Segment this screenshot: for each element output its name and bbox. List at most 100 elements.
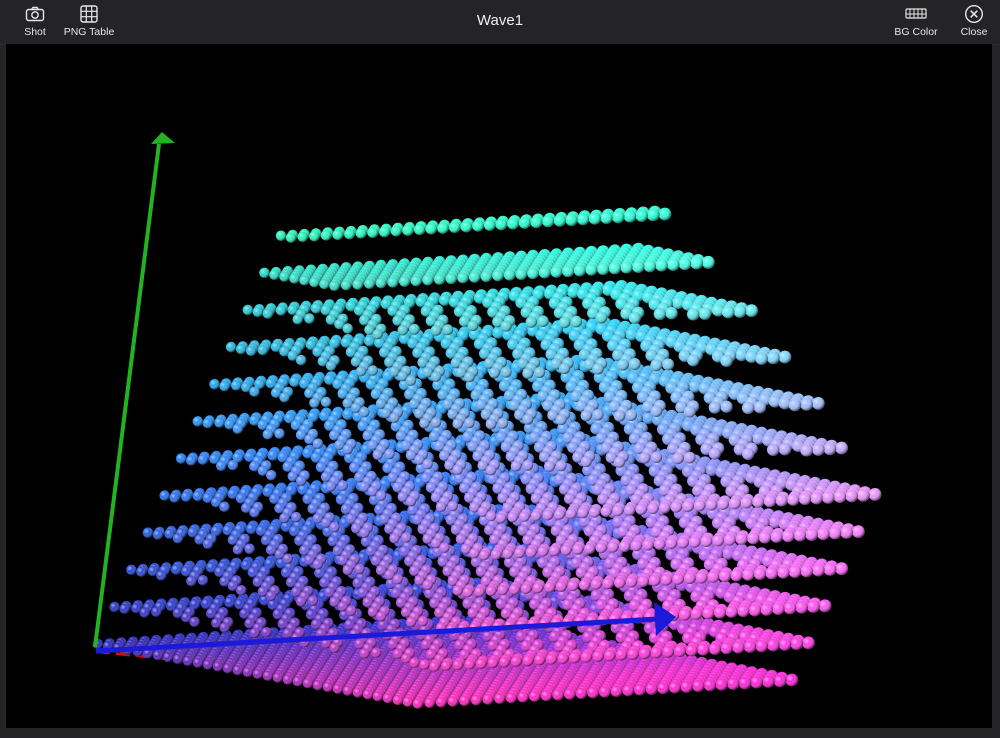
data-point-shading	[269, 269, 280, 280]
data-point-shading	[275, 230, 287, 241]
close-label: Close	[960, 26, 988, 38]
data-point-shading	[623, 209, 637, 223]
data-point-shading	[530, 216, 543, 229]
data-point-shading	[495, 218, 508, 231]
data-point-shading	[289, 273, 300, 284]
data-point-shading	[457, 272, 469, 284]
data-point-shading	[414, 223, 426, 235]
data-point-shading	[219, 380, 230, 392]
data-point-shading	[472, 220, 484, 232]
data-point-shading	[422, 274, 434, 286]
data-point-shading	[778, 350, 792, 364]
data-point-shading	[678, 257, 692, 271]
data-point-shading	[169, 492, 180, 503]
data-point-shading	[445, 272, 457, 285]
3d-scatter-viewport[interactable]	[6, 44, 992, 728]
data-point-shading	[320, 230, 332, 241]
data-point-shading	[156, 570, 167, 581]
data-point-shading	[232, 423, 243, 434]
data-point-shading	[332, 229, 344, 241]
data-point-shading	[690, 256, 703, 270]
data-point-shading	[292, 314, 303, 325]
data-point-shading	[355, 227, 367, 239]
data-point-shading	[139, 607, 150, 618]
data-point-shading	[267, 449, 279, 461]
toolbar: Shot PNG Table Wave1 BG Color Close	[0, 0, 1000, 45]
data-point-shading	[515, 268, 528, 280]
data-point-shading	[585, 263, 598, 276]
data-point-shading	[275, 305, 287, 316]
data-point-shading	[438, 294, 451, 306]
data-point-shading	[492, 269, 504, 282]
data-point-shading	[225, 341, 237, 353]
data-point-shading	[387, 276, 399, 288]
data-point-shading	[595, 311, 608, 324]
data-point-shading	[151, 606, 162, 617]
data-point-shading	[136, 566, 147, 577]
data-point-shading	[390, 225, 402, 237]
data-point-shading	[245, 523, 257, 535]
data-point-shading	[666, 258, 680, 271]
data-point-shading	[577, 213, 590, 226]
data-point-shading	[367, 226, 379, 238]
data-point-shading	[109, 601, 120, 613]
data-point-shading	[216, 460, 227, 471]
data-point-shading	[197, 575, 209, 586]
data-point-shading	[425, 223, 437, 235]
data-point-shading	[588, 212, 601, 225]
data-point-shading	[310, 302, 322, 314]
data-point-shading	[186, 455, 197, 466]
data-point-shading	[553, 214, 566, 227]
data-point-shading	[171, 564, 182, 575]
data-point-shading	[235, 343, 247, 355]
data-point-shading	[646, 208, 660, 222]
data-point-shading	[159, 490, 170, 501]
close-button[interactable]: Close	[956, 4, 992, 38]
data-point-shading	[202, 417, 213, 429]
data-point-shading	[176, 453, 187, 464]
data-point-shading	[480, 270, 492, 282]
data-point-shading	[632, 260, 645, 273]
data-point-shading	[231, 380, 242, 391]
data-point-shading	[658, 207, 672, 221]
data-point-shading	[655, 258, 668, 272]
data-point-shading	[611, 210, 625, 224]
data-point-shading	[608, 262, 621, 275]
data-point-shading	[142, 527, 154, 538]
data-point-shading	[507, 217, 519, 230]
data-point-shading	[309, 230, 320, 242]
data-point-shading	[448, 221, 461, 233]
data-point-shading	[402, 224, 414, 236]
data-point-shading	[257, 344, 268, 356]
data-point-shading	[562, 265, 575, 278]
data-point-shading	[299, 275, 310, 286]
data-point-shading	[252, 306, 263, 317]
data-point-shading	[460, 220, 473, 233]
3d-scatter-plot[interactable]	[6, 44, 992, 728]
data-point-shading	[126, 564, 137, 575]
data-point-shading	[259, 267, 270, 278]
close-circle-icon	[964, 4, 984, 24]
plot-window: Shot PNG Table Wave1 BG Color Close	[0, 0, 1000, 738]
data-point-shading	[643, 259, 656, 273]
data-point-shading	[527, 267, 539, 280]
data-point-shading	[410, 275, 422, 287]
data-point-shading	[245, 345, 257, 356]
data-point-shading	[224, 596, 236, 608]
data-point-shading	[434, 273, 445, 285]
data-point-shading	[242, 304, 253, 316]
data-point-shading	[565, 213, 578, 226]
bg-color-button[interactable]: BG Color	[890, 4, 942, 38]
data-point-shading	[304, 313, 315, 324]
data-point-shading	[437, 222, 449, 234]
data-point-shading	[399, 276, 410, 287]
data-point-shading	[214, 417, 225, 428]
data-point-shading	[745, 304, 758, 317]
data-point-shading	[721, 305, 735, 319]
data-point-shading	[197, 454, 209, 465]
data-point-shading	[542, 215, 555, 228]
data-point-shading	[181, 491, 192, 502]
data-point-shading	[628, 311, 641, 324]
data-point-shading	[687, 308, 700, 321]
data-point-shading	[733, 304, 747, 318]
